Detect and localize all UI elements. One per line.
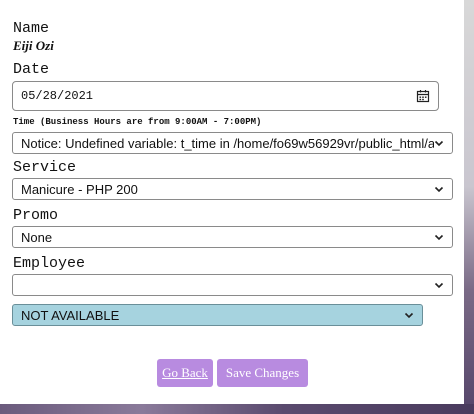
time-label: Time (Business Hours are from 9:00AM - 7… bbox=[13, 117, 262, 127]
edit-appointment-panel: Name Eiji Ozi Date 05/28/2021 Time (Busi… bbox=[0, 0, 464, 404]
chevron-down-icon bbox=[434, 232, 444, 242]
date-label: Date bbox=[13, 61, 50, 78]
chevron-down-icon bbox=[434, 184, 444, 194]
save-changes-button[interactable]: Save Changes bbox=[217, 359, 308, 387]
employee-select[interactable] bbox=[12, 274, 453, 296]
go-back-button[interactable]: Go Back bbox=[157, 359, 213, 387]
service-select[interactable]: Manicure - PHP 200 bbox=[12, 178, 453, 200]
promo-select[interactable]: None bbox=[12, 226, 453, 248]
time-select-value: Notice: Undefined variable: t_time in /h… bbox=[21, 135, 434, 151]
time-select[interactable]: Notice: Undefined variable: t_time in /h… bbox=[12, 132, 453, 154]
chevron-down-icon bbox=[404, 310, 414, 320]
promo-label: Promo bbox=[13, 207, 59, 224]
chevron-down-icon bbox=[434, 280, 444, 290]
background-strip-bottom bbox=[0, 404, 474, 414]
name-value: Eiji Ozi bbox=[13, 38, 54, 53]
date-input-value: 05/28/2021 bbox=[21, 89, 94, 103]
promo-select-value: None bbox=[21, 229, 53, 245]
chevron-down-icon bbox=[434, 138, 444, 148]
availability-select[interactable]: NOT AVAILABLE bbox=[12, 304, 423, 326]
date-input[interactable]: 05/28/2021 bbox=[12, 81, 439, 111]
calendar-icon[interactable] bbox=[416, 89, 430, 103]
background-strip-right bbox=[464, 0, 474, 414]
service-select-value: Manicure - PHP 200 bbox=[21, 181, 138, 197]
employee-label: Employee bbox=[13, 255, 86, 272]
availability-select-value: NOT AVAILABLE bbox=[21, 307, 120, 323]
service-label: Service bbox=[13, 159, 77, 176]
name-label: Name bbox=[13, 20, 50, 37]
